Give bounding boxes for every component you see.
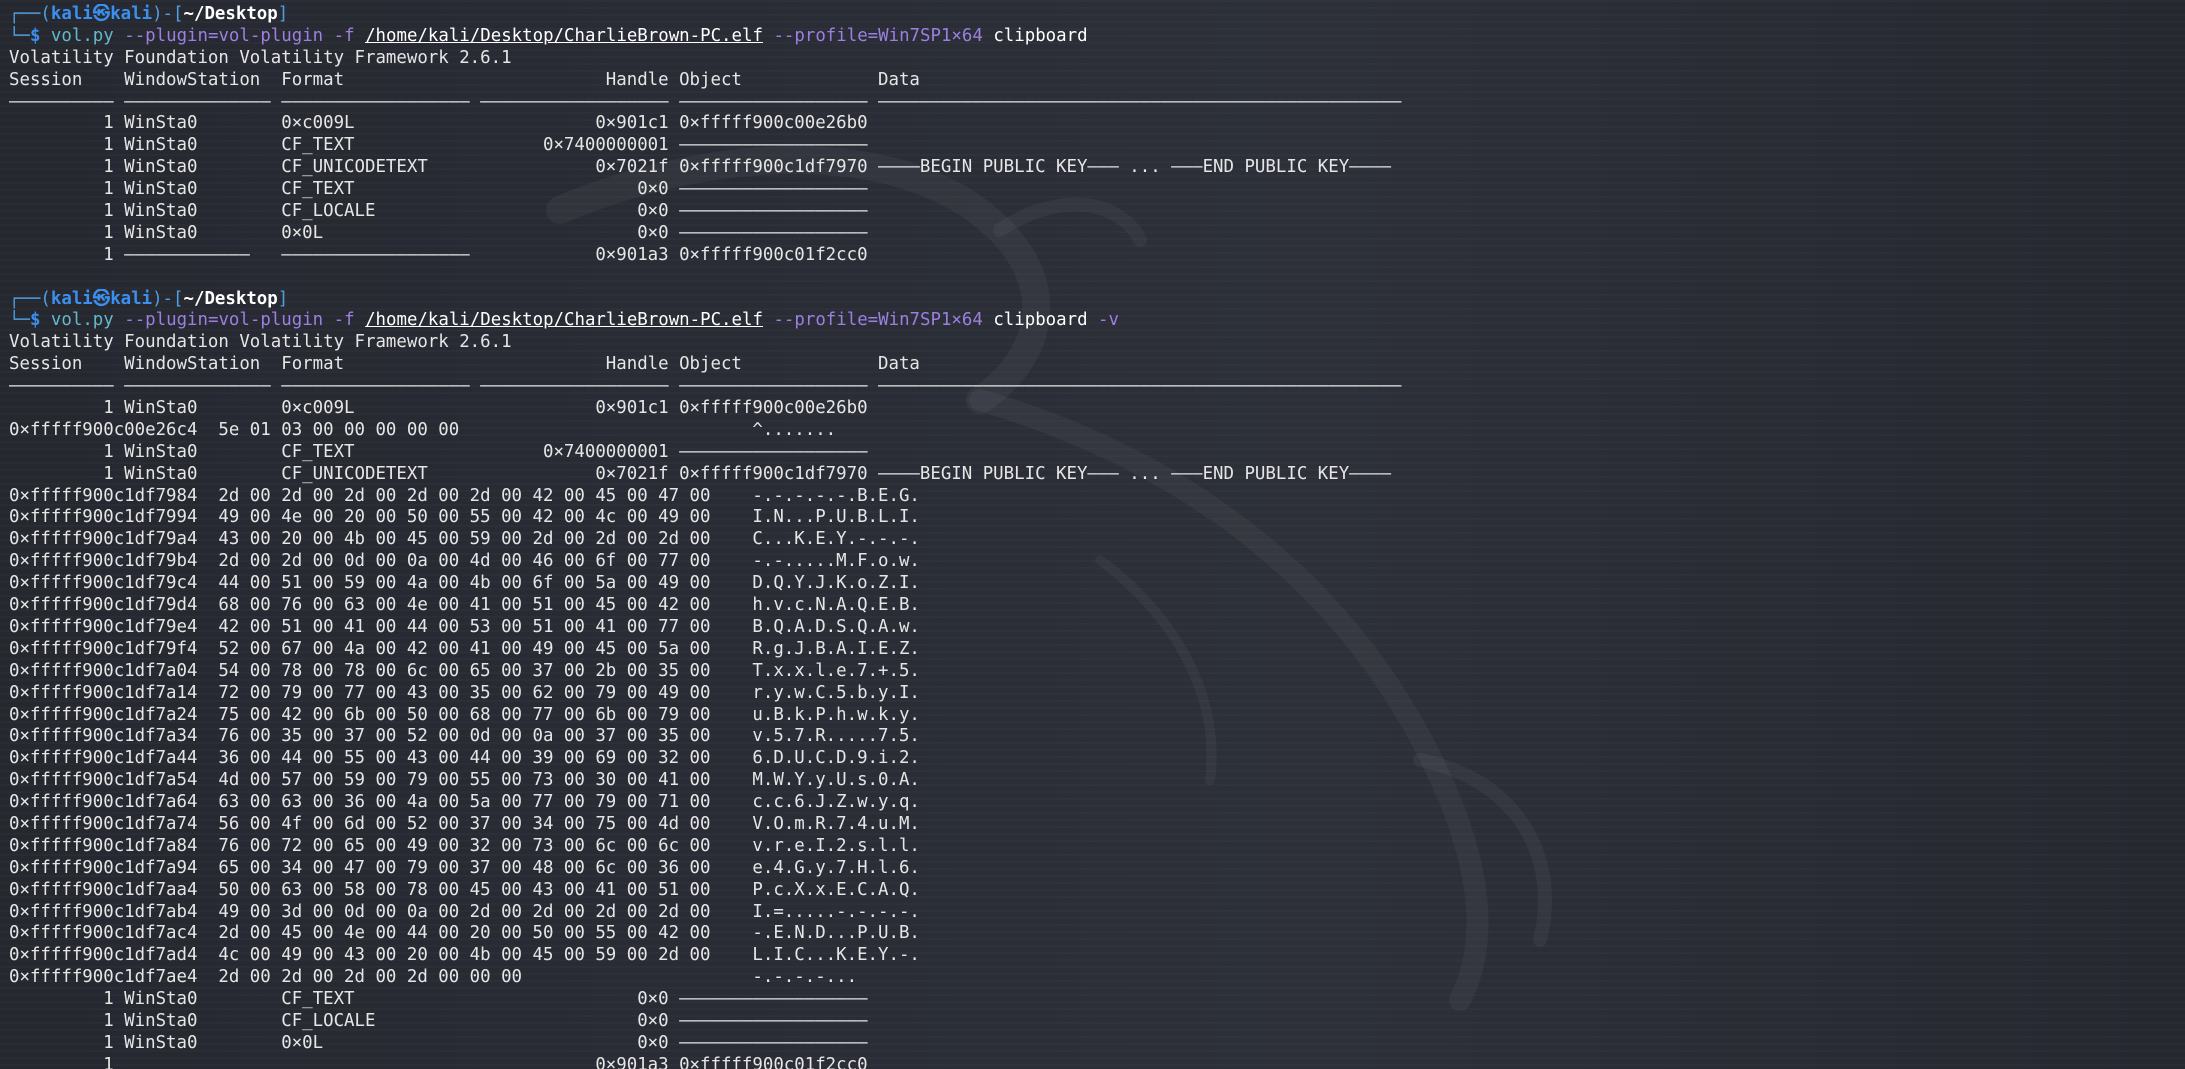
table-row: 1 WinSta0 CF_LOCALE 0×0 ————————————————… [9,1010,879,1031]
hexdump-row: 0×fffff900c1df7a14 72 00 79 00 77 00 43 … [9,682,920,703]
table-row: 1 WinSta0 0×c009L 0×901c1 0×fffff900c00e… [9,398,879,419]
table-row: 1 WinSta0 CF_TEXT 0×7400000001 —————————… [9,135,879,156]
table-header-2: Session WindowStation Format Handle Obje… [9,354,920,375]
command-line-2[interactable]: └─$ vol.py --plugin=vol-plugin -f /home/… [9,310,2185,332]
table-row: 1 WinSta0 CF_UNICODETEXT 0×7021f 0×fffff… [9,463,1392,484]
hexdump-row: 0×fffff900c1df7a94 65 00 34 00 47 00 79 … [9,857,920,878]
hexdump-row: 0×fffff900c1df7ad4 4c 00 49 00 43 00 20 … [9,945,920,966]
shell-prompt-1: ┌──(kali㉿kali)-[~/Desktop] [9,4,289,24]
table-rule-2: —————————— —————————————— ——————————————… [9,376,1402,397]
table-header-1: Session WindowStation Format Handle Obje… [9,69,920,90]
hexdump-row: 0×fffff900c1df7a24 75 00 42 00 6b 00 50 … [9,704,920,725]
hexdump-row: 0×fffff900c1df7a54 4d 00 57 00 59 00 79 … [9,770,920,791]
framework-banner-1: Volatility Foundation Volatility Framewo… [9,47,512,68]
hexdump-row: 0×fffff900c1df7ac4 2d 00 45 00 4e 00 44 … [9,923,920,944]
hexdump-row: 0×fffff900c1df7aa4 50 00 63 00 58 00 78 … [9,879,920,900]
hexdump-row: 0×fffff900c1df7a34 76 00 35 00 37 00 52 … [9,726,920,747]
table-row: 1 WinSta0 CF_UNICODETEXT 0×7021f 0×fffff… [9,157,1392,178]
hexdump-row: 0×fffff900c1df7a84 76 00 72 00 65 00 49 … [9,835,920,856]
hexdump-row: 0×fffff900c1df7ae4 2d 00 2d 00 2d 00 2d … [9,967,858,988]
table-row: 1 WinSta0 CF_TEXT 0×7400000001 —————————… [9,441,879,462]
table-row: 1 WinSta0 0×c009L 0×901c1 0×fffff900c00e… [9,113,879,134]
hexdump-row: 0×fffff900c00e26c4 5e 01 03 00 00 00 00 … [9,419,837,440]
hexdump-row: 0×fffff900c1df79f4 52 00 67 00 4a 00 42 … [9,638,920,659]
hexdump-row: 0×fffff900c1df7a44 36 00 44 00 55 00 43 … [9,748,920,769]
hexdump-row: 0×fffff900c1df7984 2d 00 2d 00 2d 00 2d … [9,485,920,506]
hexdump-row: 0×fffff900c1df7a74 56 00 4f 00 6d 00 52 … [9,813,920,834]
command-line-1[interactable]: └─$ vol.py --plugin=vol-plugin -f /home/… [9,26,2185,48]
hexdump-row: 0×fffff900c1df79b4 2d 00 2d 00 0d 00 0a … [9,551,920,572]
hexdump-row: 0×fffff900c1df7a64 63 00 63 00 36 00 4a … [9,792,920,813]
hexdump-row: 0×fffff900c1df7a04 54 00 78 00 78 00 6c … [9,660,920,681]
hexdump-row: 0×fffff900c1df79d4 68 00 76 00 63 00 4e … [9,595,920,616]
table-row: 1 0×901a3 0×fffff900c01f2cc0 [9,1054,879,1069]
hexdump-row: 0×fffff900c1df79c4 44 00 51 00 59 00 4a … [9,573,920,594]
table-row: 1 WinSta0 0×0L 0×0 —————————————————— [9,222,879,243]
table-row: 1 WinSta0 0×0L 0×0 —————————————————— [9,1032,879,1053]
table-row: 1 WinSta0 CF_TEXT 0×0 —————————————————— [9,989,879,1010]
table-row: 1 WinSta0 CF_TEXT 0×0 —————————————————— [9,179,879,200]
terminal-output[interactable]: ┌──(kali㉿kali)-[~/Desktop] └─$ vol.py --… [9,4,2185,1069]
shell-prompt-2: ┌──(kali㉿kali)-[~/Desktop] [9,288,289,309]
table-rule-1: —————————— —————————————— ——————————————… [9,91,1402,112]
clipboard-table-verbose: 1 WinSta0 0×c009L 0×901c1 0×fffff900c00e… [9,398,2185,1069]
clipboard-table-1: 1 WinSta0 0×c009L 0×901c1 0×fffff900c00e… [9,113,2185,266]
hexdump-row: 0×fffff900c1df79e4 42 00 51 00 41 00 44 … [9,616,920,637]
table-row: 1 WinSta0 CF_LOCALE 0×0 ————————————————… [9,201,879,222]
hexdump-row: 0×fffff900c1df7994 49 00 4e 00 20 00 50 … [9,507,920,528]
framework-banner-2: Volatility Foundation Volatility Framewo… [9,332,512,353]
table-row: 1 ———————————— —————————————————— 0×901a… [9,244,879,265]
hexdump-row: 0×fffff900c1df7ab4 49 00 3d 00 0d 00 0a … [9,901,920,922]
hexdump-row: 0×fffff900c1df79a4 43 00 20 00 4b 00 45 … [9,529,920,550]
